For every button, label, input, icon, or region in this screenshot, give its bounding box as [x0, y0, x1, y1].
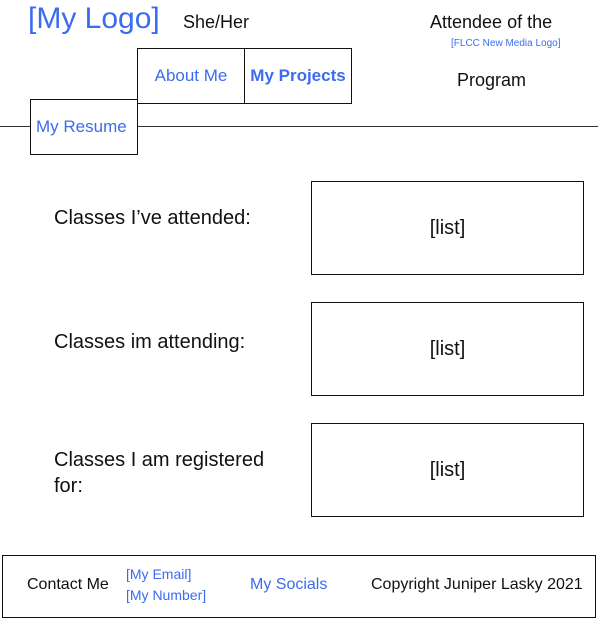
copyright-text: Copyright Juniper Lasky 2021	[371, 576, 583, 593]
tab-my-resume[interactable]: My Resume	[30, 99, 138, 155]
contact-me-label: Contact Me	[27, 576, 109, 593]
attendee-text-line2: Program	[457, 70, 527, 90]
socials-link[interactable]: My Socials	[250, 576, 327, 594]
classes-registered-list: [list]	[311, 423, 584, 517]
attendee-text-line1: Attendee of the	[430, 12, 553, 32]
classes-attending-label: Classes im attending:	[54, 331, 246, 353]
tab-my-projects[interactable]: My Projects	[244, 48, 352, 104]
classes-attended-label: Classes I’ve attended:	[54, 207, 251, 229]
classes-attended-list: [list]	[311, 181, 584, 275]
classes-attending-list: [list]	[311, 302, 584, 396]
site-logo[interactable]: [My Logo]	[28, 2, 160, 36]
classes-registered-label: Classes I am registered for:	[54, 449, 265, 497]
program-logo-placeholder: [FLCC New Media Logo]	[451, 38, 561, 49]
tab-about-me[interactable]: About Me	[137, 48, 245, 104]
email-link[interactable]: [My Email]	[126, 566, 191, 582]
pronouns-label: She/Her	[183, 12, 250, 32]
phone-number-link[interactable]: [My Number]	[126, 587, 206, 603]
